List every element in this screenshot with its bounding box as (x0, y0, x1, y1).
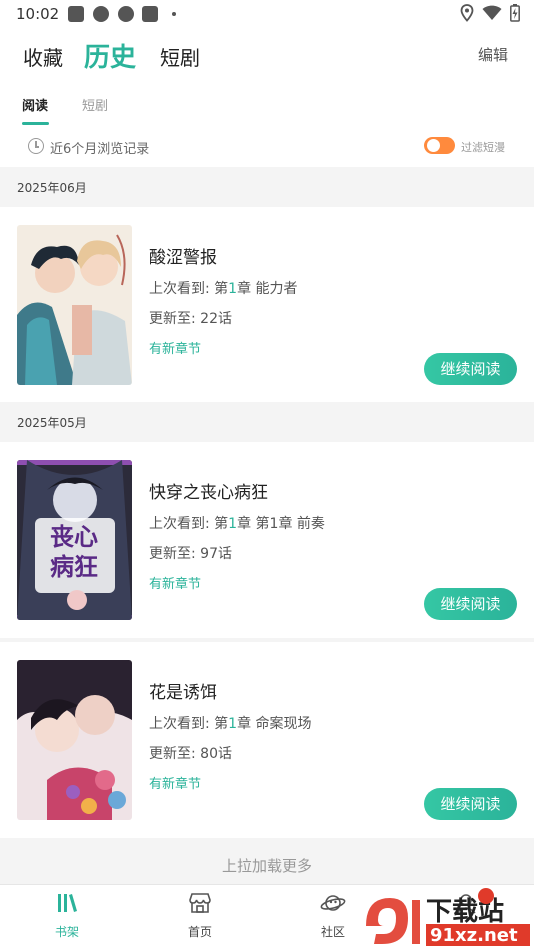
comic-title[interactable]: 酸涩警报 (149, 243, 217, 268)
nav-community[interactable]: 社区 (303, 891, 363, 940)
history-item[interactable]: 丧心 病狂 快穿之丧心病狂 上次看到: 第1章 第1章 前奏 更新至: 97话 … (0, 442, 534, 638)
comic-cover[interactable] (17, 225, 132, 385)
updated-to: 更新至: 22话 (149, 311, 232, 327)
new-chapter-badge: 有新章节 (149, 342, 202, 357)
active-tab-indicator (22, 122, 49, 125)
comic-title[interactable]: 快穿之丧心病狂 (149, 478, 268, 503)
status-time: 10:02 (16, 5, 60, 23)
last-read-suffix: 章 第1章 前奏 (237, 516, 325, 532)
comic-cover[interactable] (17, 660, 132, 820)
last-read-chapter-number: 1 (228, 716, 238, 732)
notification-icon (142, 6, 158, 22)
tab-favorites[interactable]: 收藏 (23, 42, 63, 71)
location-icon (460, 4, 474, 22)
continue-reading-button[interactable]: 继续阅读 (424, 353, 517, 385)
last-read-prefix: 上次看到: 第 (149, 281, 229, 297)
nav-home[interactable]: 首页 (170, 891, 230, 940)
bookshelf-icon (58, 894, 77, 912)
store-icon (189, 893, 211, 913)
app-notification-icon (93, 6, 109, 22)
comic-title[interactable]: 花是诱饵 (149, 678, 217, 703)
planet-icon (320, 895, 346, 911)
top-tabs: 收藏 历史 短剧 编辑 (0, 30, 534, 80)
continue-reading-button[interactable]: 继续阅读 (424, 788, 517, 820)
nav-label: 社区 (320, 925, 345, 939)
last-read-chapter-number: 1 (228, 281, 238, 297)
nav-label: 书架 (54, 925, 79, 939)
svg-text:下载站: 下载站 (426, 897, 504, 927)
filter-row: 近6个月浏览记录 过滤短漫 (0, 130, 534, 166)
history-range-note: 近6个月浏览记录 (50, 142, 150, 157)
svg-text:病狂: 病狂 (50, 552, 98, 581)
subtab-short-drama[interactable]: 短剧 (82, 95, 108, 114)
last-read: 上次看到: 第1章 命案现场 (149, 713, 312, 733)
nav-label: 首页 (187, 925, 212, 939)
month-header: 2025年05月 (0, 402, 534, 442)
edit-button[interactable]: 编辑 (478, 44, 508, 65)
subtab-reading[interactable]: 阅读 (22, 95, 48, 114)
history-item[interactable]: 花是诱饵 上次看到: 第1章 命案现场 更新至: 80话 有新章节 继续阅读 (0, 642, 534, 838)
load-more-label: 上拉加载更多 (221, 857, 312, 875)
last-read-chapter-number: 1 (228, 516, 238, 532)
history-item[interactable]: 酸涩警报 上次看到: 第1章 能力者 更新至: 22话 有新章节 继续阅读 (0, 207, 534, 403)
new-chapter-badge: 有新章节 (149, 577, 202, 592)
new-chapter-badge: 有新章节 (149, 777, 202, 792)
svg-text:丧心: 丧心 (50, 522, 98, 551)
continue-reading-button[interactable]: 继续阅读 (424, 588, 517, 620)
toggle-knob (427, 139, 440, 152)
last-read: 上次看到: 第1章 能力者 (149, 278, 298, 298)
tab-short-drama[interactable]: 短剧 (160, 42, 200, 71)
updated-to: 更新至: 80话 (149, 746, 232, 762)
load-more[interactable]: 上拉加载更多 (0, 838, 534, 884)
nav-bookshelf[interactable]: 书架 (37, 891, 97, 940)
month-label: 2025年06月 (17, 181, 87, 195)
last-read-suffix: 章 能力者 (237, 281, 298, 297)
sub-tabs: 阅读 短剧 (0, 90, 534, 126)
last-read-prefix: 上次看到: 第 (149, 716, 229, 732)
month-label: 2025年05月 (17, 416, 87, 430)
last-read-suffix: 章 命案现场 (237, 716, 312, 732)
status-bar: 10:02 (0, 0, 534, 28)
more-notifications-icon (172, 12, 176, 16)
tab-history[interactable]: 历史 (84, 37, 136, 74)
notification-icon (68, 6, 84, 22)
updated-to: 更新至: 97话 (149, 546, 232, 562)
svg-text:91xz.net: 91xz.net (430, 925, 518, 946)
app-notification-icon (118, 6, 134, 22)
filter-short-comics-toggle[interactable] (424, 137, 455, 154)
month-header: 2025年06月 (0, 167, 534, 207)
status-icons (460, 4, 520, 22)
comic-cover[interactable]: 丧心 病狂 (17, 460, 132, 620)
battery-icon (510, 4, 520, 22)
wifi-icon (482, 5, 502, 20)
site-watermark-logo: 下载站 91xz.net (366, 888, 530, 946)
filter-short-comics-label: 过滤短漫 (461, 141, 505, 154)
last-read: 上次看到: 第1章 第1章 前奏 (149, 513, 325, 533)
history-clock-icon (28, 138, 44, 154)
last-read-prefix: 上次看到: 第 (149, 516, 229, 532)
